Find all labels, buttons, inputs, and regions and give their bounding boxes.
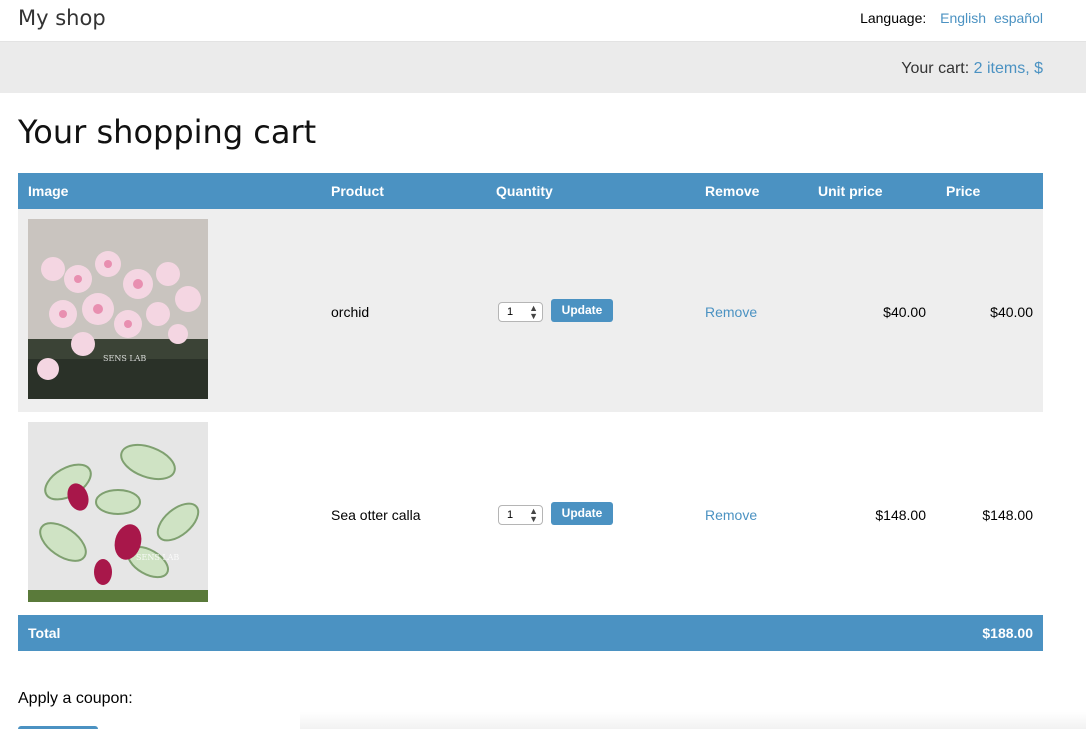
line-price: $148.00 — [982, 507, 1033, 523]
language-label: Language: — [860, 10, 927, 26]
table-row: SENS LAB Sea otter calla 1 ▲ ▼ Update Rem… — [18, 412, 1043, 615]
spinner-icon: ▲ ▼ — [529, 303, 538, 321]
spinner-icon: ▲ ▼ — [529, 506, 538, 524]
unit-price: $148.00 — [875, 507, 926, 523]
cart-summary-bar: Your cart: 2 items, $ — [0, 41, 1086, 93]
language-english-link[interactable]: English — [940, 10, 986, 26]
language-spanish-link[interactable]: español — [994, 10, 1043, 26]
total-label: Total — [28, 625, 61, 641]
line-price: $40.00 — [990, 304, 1033, 320]
product-name[interactable]: orchid — [331, 304, 369, 320]
total-value: $188.00 — [982, 625, 1033, 641]
product-image-orchid[interactable]: SENS LAB — [28, 219, 208, 399]
total-row: Total $188.00 — [18, 615, 1043, 651]
language-switcher: Language: English español — [860, 10, 1043, 26]
svg-text:SENS LAB: SENS LAB — [103, 354, 146, 363]
quantity-value: 1 — [507, 306, 514, 318]
product-image-calla[interactable]: SENS LAB — [28, 422, 208, 602]
update-button[interactable]: Update — [551, 299, 613, 322]
table-header: Image Product Quantity Remove Unit price… — [18, 173, 1043, 209]
quantity-select[interactable]: 1 ▲ ▼ — [498, 302, 543, 322]
column-header-price: Price — [946, 183, 981, 199]
page-title: Your shopping cart — [18, 113, 317, 151]
column-header-unit-price: Unit price — [818, 183, 883, 199]
unit-price: $40.00 — [883, 304, 926, 320]
cart-label: Your cart: — [901, 60, 970, 77]
scroll-shadow — [300, 712, 1086, 729]
cart-summary: Your cart: 2 items, $ — [901, 60, 1043, 78]
quantity-select[interactable]: 1 ▲ ▼ — [498, 505, 543, 525]
remove-link[interactable]: Remove — [705, 304, 757, 320]
cart-summary-link[interactable]: 2 items, $ — [974, 60, 1043, 77]
column-header-product: Product — [331, 183, 384, 199]
svg-text:SENS LAB: SENS LAB — [136, 553, 179, 562]
cart-table: Image Product Quantity Remove Unit price… — [18, 173, 1043, 651]
shop-logo[interactable]: My shop — [18, 6, 106, 30]
column-header-remove: Remove — [705, 183, 760, 199]
remove-link[interactable]: Remove — [705, 507, 757, 523]
table-row: SENS LAB orchid 1 ▲ ▼ Update Remove $40.0… — [18, 209, 1043, 412]
product-name[interactable]: Sea otter calla — [331, 507, 421, 523]
update-button[interactable]: Update — [551, 502, 613, 525]
column-header-quantity: Quantity — [496, 183, 553, 199]
top-bar: My shop Language: English español — [0, 0, 1086, 41]
coupon-label: Apply a coupon: — [18, 690, 133, 707]
column-header-image: Image — [28, 183, 69, 199]
quantity-value: 1 — [507, 509, 514, 521]
